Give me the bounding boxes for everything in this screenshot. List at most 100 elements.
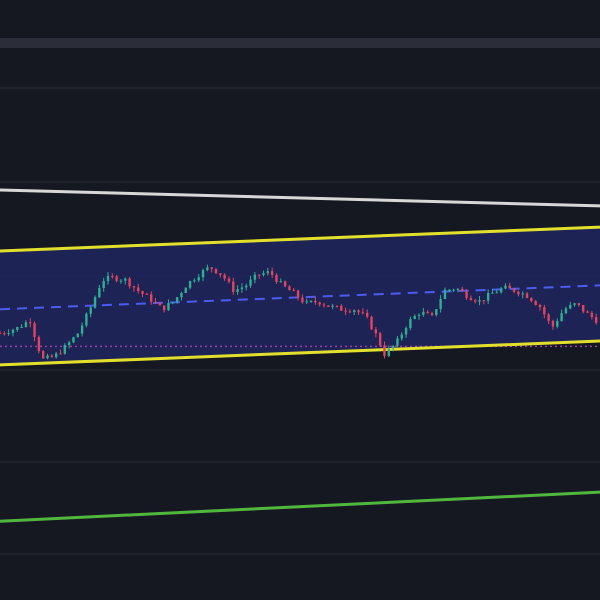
candle-body bbox=[335, 305, 339, 307]
candle-body bbox=[478, 300, 481, 302]
candle-body bbox=[33, 323, 36, 338]
candle-88 bbox=[378, 331, 382, 347]
candle-body bbox=[309, 300, 313, 302]
candle-body bbox=[573, 303, 576, 305]
candle-body bbox=[67, 342, 71, 346]
candle-body bbox=[396, 338, 399, 346]
candle-body bbox=[206, 267, 209, 271]
candle-body bbox=[512, 288, 516, 292]
candle-body bbox=[504, 285, 507, 289]
candle-body bbox=[223, 274, 226, 279]
candle-body bbox=[413, 315, 416, 319]
candle-body bbox=[54, 353, 58, 358]
candle-body bbox=[586, 311, 589, 313]
candle-body bbox=[370, 316, 373, 330]
candle-10 bbox=[42, 349, 45, 360]
candle-76 bbox=[327, 305, 330, 308]
candle-body bbox=[227, 278, 231, 282]
candle-body bbox=[245, 285, 248, 288]
candle-body bbox=[525, 293, 529, 298]
candle-body bbox=[193, 280, 196, 282]
candle-body bbox=[517, 291, 520, 295]
candle-body bbox=[366, 312, 369, 317]
candle-body bbox=[594, 317, 598, 323]
candle-body bbox=[551, 320, 555, 327]
candle-body bbox=[353, 310, 356, 312]
candle-body bbox=[249, 279, 252, 286]
candle-body bbox=[16, 327, 19, 330]
candle-body bbox=[72, 337, 75, 343]
candle-body bbox=[115, 276, 118, 281]
candle-body bbox=[499, 288, 503, 293]
candle-body bbox=[150, 294, 153, 302]
candle-body bbox=[448, 289, 451, 291]
candle-body bbox=[197, 277, 200, 281]
candle-body bbox=[344, 310, 347, 312]
candle-body bbox=[400, 334, 403, 339]
candle-body bbox=[474, 300, 477, 302]
candle-body bbox=[210, 267, 213, 269]
candle-body bbox=[253, 274, 257, 280]
candle-body bbox=[361, 312, 365, 314]
candle-body bbox=[469, 297, 473, 301]
candle-body bbox=[465, 291, 468, 298]
candle-body bbox=[374, 329, 378, 334]
candle-body bbox=[404, 328, 408, 335]
candle-body bbox=[569, 304, 572, 309]
candle-86 bbox=[370, 315, 373, 330]
candle-body bbox=[240, 287, 244, 290]
candle-body bbox=[521, 293, 524, 295]
candle-22 bbox=[93, 295, 97, 309]
candle-body bbox=[417, 314, 421, 316]
candle-body bbox=[456, 288, 460, 290]
candle-body bbox=[102, 281, 105, 289]
candle-body bbox=[98, 288, 101, 298]
price-chart[interactable] bbox=[0, 0, 600, 600]
candle-body bbox=[543, 307, 546, 315]
candle-body bbox=[582, 304, 585, 312]
candle-body bbox=[111, 276, 114, 278]
candle-body bbox=[577, 303, 581, 305]
candle-body bbox=[461, 288, 464, 292]
candle-body bbox=[322, 304, 326, 306]
candle-body bbox=[167, 303, 170, 311]
candle-body bbox=[184, 287, 187, 294]
top-band bbox=[0, 38, 600, 48]
candle-body bbox=[59, 353, 62, 355]
candle-body bbox=[534, 301, 537, 306]
candle-body bbox=[175, 297, 179, 303]
candle-body bbox=[426, 311, 429, 314]
candle-body bbox=[258, 274, 261, 276]
candle-body bbox=[482, 300, 486, 302]
candle-body bbox=[42, 351, 45, 359]
candle-body bbox=[508, 285, 511, 289]
candle-body bbox=[318, 302, 321, 305]
candle-body bbox=[491, 292, 494, 294]
candle-body bbox=[378, 333, 382, 346]
candle-body bbox=[301, 297, 304, 303]
candle-17 bbox=[72, 336, 75, 344]
candle-body bbox=[327, 305, 330, 307]
candle-body bbox=[556, 321, 559, 327]
candle-body bbox=[11, 329, 15, 334]
candle-body bbox=[383, 345, 386, 356]
candle-body bbox=[80, 325, 84, 334]
candle-body bbox=[283, 281, 287, 287]
candle-body bbox=[391, 345, 395, 349]
candle-body bbox=[530, 297, 533, 302]
candle-body bbox=[590, 312, 594, 318]
candle-body bbox=[266, 271, 270, 274]
candle-body bbox=[331, 305, 334, 307]
candle-body bbox=[357, 310, 360, 313]
candle-body bbox=[314, 300, 317, 303]
chart-canvas[interactable] bbox=[0, 0, 600, 600]
upper-trendline bbox=[0, 188, 600, 208]
candle-body bbox=[348, 311, 352, 313]
candle-body bbox=[279, 281, 282, 283]
candle-body bbox=[29, 322, 32, 324]
candle-body bbox=[214, 268, 218, 274]
candle-body bbox=[486, 293, 490, 301]
candle-20 bbox=[85, 312, 88, 328]
candle-body bbox=[340, 305, 343, 311]
candle-body bbox=[154, 301, 157, 303]
